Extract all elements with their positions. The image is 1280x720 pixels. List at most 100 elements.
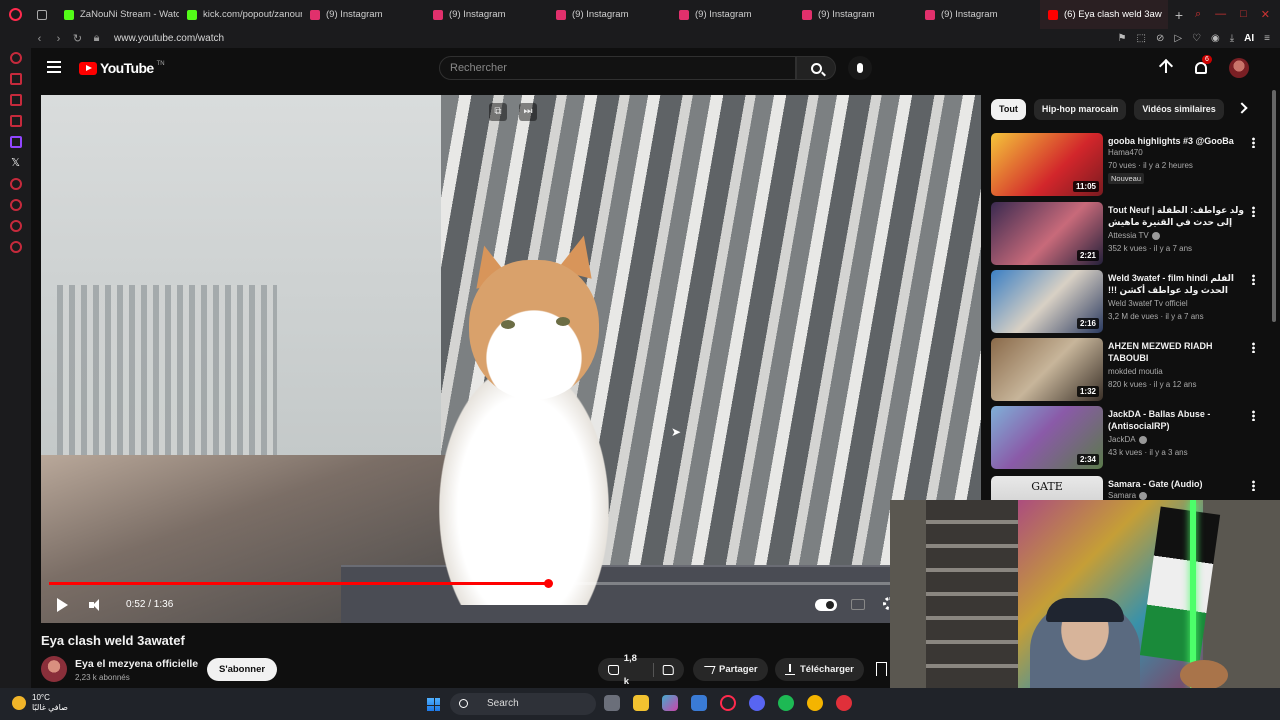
- windows-start-icon[interactable]: [426, 697, 441, 712]
- recommended-channel[interactable]: JackDA: [1108, 435, 1147, 444]
- video-thumbnail[interactable]: 2:34: [991, 406, 1103, 469]
- miniplayer-icon[interactable]: ⧉: [489, 103, 507, 121]
- recommended-video[interactable]: 1:32 AHZEN MEZWED RIADH TABOUBI mokded mou…: [991, 338, 1271, 402]
- more-options-icon[interactable]: [1252, 342, 1255, 353]
- recommended-video-title[interactable]: AHZEN MEZWED RIADH TABOUBI: [1108, 340, 1248, 364]
- video-thumbnail[interactable]: 2:16: [991, 270, 1103, 333]
- taskbar-search[interactable]: Search: [450, 693, 596, 715]
- share-button[interactable]: Partager: [693, 658, 768, 681]
- next-video-icon[interactable]: ⏭: [519, 103, 537, 121]
- scrubber-handle[interactable]: [543, 579, 553, 588]
- bookmark-icon[interactable]: ⚑: [1118, 33, 1127, 44]
- sidebar-whatsapp-icon[interactable]: [9, 94, 22, 106]
- recommended-video[interactable]: 2:21 Tout Neuf | ولد عواطف: الطفلة إلى حد…: [991, 202, 1271, 266]
- recommended-video[interactable]: 2:16 Weld 3watef - film hindi الفلم الحدث…: [991, 270, 1271, 334]
- recommended-channel-name[interactable]: Hama470: [1108, 148, 1143, 157]
- tab-6[interactable]: (9) Instagram: [794, 0, 917, 29]
- recommended-channel-name[interactable]: mokded moutia: [1108, 367, 1163, 376]
- chevron-right-icon[interactable]: [1236, 102, 1248, 114]
- scrollbar[interactable]: [1272, 90, 1276, 322]
- copilot-icon[interactable]: [662, 695, 678, 711]
- hamburger-menu-icon[interactable]: [47, 61, 61, 76]
- tab-1[interactable]: kick.com/popout/zanoun: [179, 0, 302, 29]
- snapshot-icon[interactable]: ⬚: [1136, 33, 1145, 44]
- chip-similar-videos[interactable]: Vidéos similaires: [1134, 99, 1224, 120]
- download-button[interactable]: Télécharger: [775, 658, 864, 681]
- recommended-video-title[interactable]: Samara - Gate (Audio): [1108, 478, 1248, 490]
- thumbs-down-icon[interactable]: [663, 664, 675, 675]
- sidebar-toggle-icon[interactable]: [30, 0, 56, 29]
- tab-0[interactable]: ZaNouNi Stream - Watch: [56, 0, 179, 29]
- autoplay-toggle[interactable]: [815, 599, 837, 611]
- video-thumbnail[interactable]: 2:21: [991, 202, 1103, 265]
- recommended-video-title[interactable]: Tout Neuf | ولد عواطف: الطفلة إلى حدث في…: [1108, 204, 1248, 230]
- recommended-video[interactable]: 2:34 JackDA - Ballas Abuse - (AntisocialR…: [991, 406, 1271, 470]
- sidebar-history-icon[interactable]: [9, 199, 22, 211]
- opera-logo-icon[interactable]: [0, 0, 30, 29]
- recommended-channel-name[interactable]: Weld 3watef Tv officiel: [1108, 299, 1188, 308]
- upload-icon[interactable]: [1159, 60, 1173, 76]
- download-icon[interactable]: ⤓: [1230, 33, 1234, 44]
- subtitles-icon[interactable]: [851, 599, 865, 610]
- back-icon[interactable]: ‹: [30, 33, 49, 45]
- video-thumbnail[interactable]: 1:32: [991, 338, 1103, 401]
- spotify-icon[interactable]: [778, 695, 794, 711]
- reload-icon[interactable]: ↻: [68, 32, 87, 45]
- chrome-icon[interactable]: [807, 695, 823, 711]
- aria-ai-button[interactable]: AI: [1244, 33, 1254, 44]
- sidebar-x-icon[interactable]: 𝕏: [10, 157, 22, 169]
- profile-icon[interactable]: ◉: [1211, 33, 1220, 44]
- channel-avatar[interactable]: [41, 656, 67, 682]
- tab-3[interactable]: (9) Instagram: [425, 0, 548, 29]
- tab-4[interactable]: (9) Instagram: [548, 0, 671, 29]
- account-avatar[interactable]: [1229, 58, 1249, 78]
- sidebar-instagram-icon[interactable]: [9, 115, 22, 127]
- url-field[interactable]: www.youtube.com/watch: [114, 33, 224, 44]
- discord-icon[interactable]: [749, 695, 765, 711]
- recommended-video[interactable]: 11:05 gooba highlights #3 @GooBa Hama470 70…: [991, 133, 1271, 197]
- more-options-icon[interactable]: [1252, 480, 1255, 491]
- recommended-video-title[interactable]: gooba highlights #3 @GooBa: [1108, 135, 1248, 147]
- tab-5[interactable]: (9) Instagram: [671, 0, 794, 29]
- notifications-button[interactable]: 6: [1193, 55, 1212, 76]
- recommended-video-title[interactable]: JackDA - Ballas Abuse - (AntisocialRP): [1108, 408, 1248, 432]
- player-icon[interactable]: ▷: [1174, 33, 1182, 44]
- voice-search-button[interactable]: [848, 56, 872, 80]
- more-options-icon[interactable]: [1252, 137, 1255, 148]
- app-red-icon[interactable]: [836, 695, 852, 711]
- tab-active[interactable]: (6) Eya clash weld 3aw: [1040, 0, 1168, 29]
- like-count[interactable]: 1,8 k: [624, 647, 645, 693]
- search-input[interactable]: Rechercher: [439, 56, 796, 80]
- progress-bar[interactable]: [49, 579, 973, 588]
- heart-icon[interactable]: ♡: [1192, 33, 1201, 44]
- recommended-channel[interactable]: Weld 3watef Tv officiel: [1108, 299, 1188, 308]
- sidebar-settings-icon[interactable]: [9, 241, 22, 253]
- more-options-icon[interactable]: [1252, 274, 1255, 285]
- task-view-icon[interactable]: [604, 695, 620, 711]
- recommended-channel[interactable]: Attessia TV: [1108, 231, 1160, 240]
- close-window-button[interactable]: ✕: [1261, 8, 1270, 21]
- tab-2[interactable]: (9) Instagram: [302, 0, 425, 29]
- video-thumbnail[interactable]: 11:05: [991, 133, 1103, 196]
- minimize-button[interactable]: —: [1215, 8, 1226, 21]
- play-icon[interactable]: [57, 598, 68, 612]
- more-options-icon[interactable]: [1252, 206, 1255, 217]
- search-button[interactable]: [796, 56, 836, 80]
- sidebar-player-icon[interactable]: [9, 178, 22, 190]
- video-thumbnail[interactable]: GATE: [991, 476, 1103, 500]
- volume-icon[interactable]: [89, 598, 105, 612]
- recommended-channel[interactable]: Hama470: [1108, 148, 1143, 157]
- sidebar-extensions-icon[interactable]: [9, 220, 22, 232]
- video-player[interactable]: ⧉ ⏭ ➤ 0:52 / 1:36: [41, 95, 981, 623]
- recommended-channel[interactable]: mokded moutia: [1108, 367, 1163, 376]
- forward-icon[interactable]: ›: [49, 33, 68, 45]
- sidebar-twitch-icon[interactable]: [9, 136, 22, 148]
- weather-widget[interactable]: 10°C صافي غالبًا: [12, 693, 68, 713]
- recommended-channel[interactable]: Samara: [1108, 491, 1148, 500]
- recommended-channel-name[interactable]: Samara: [1108, 491, 1136, 500]
- thumbs-up-icon[interactable]: [608, 664, 619, 675]
- channel-name[interactable]: Eya el mezyena officielle: [75, 658, 198, 670]
- maximize-button[interactable]: □: [1240, 8, 1247, 21]
- more-options-icon[interactable]: [1252, 410, 1255, 421]
- recommended-channel-name[interactable]: Attessia TV: [1108, 231, 1149, 240]
